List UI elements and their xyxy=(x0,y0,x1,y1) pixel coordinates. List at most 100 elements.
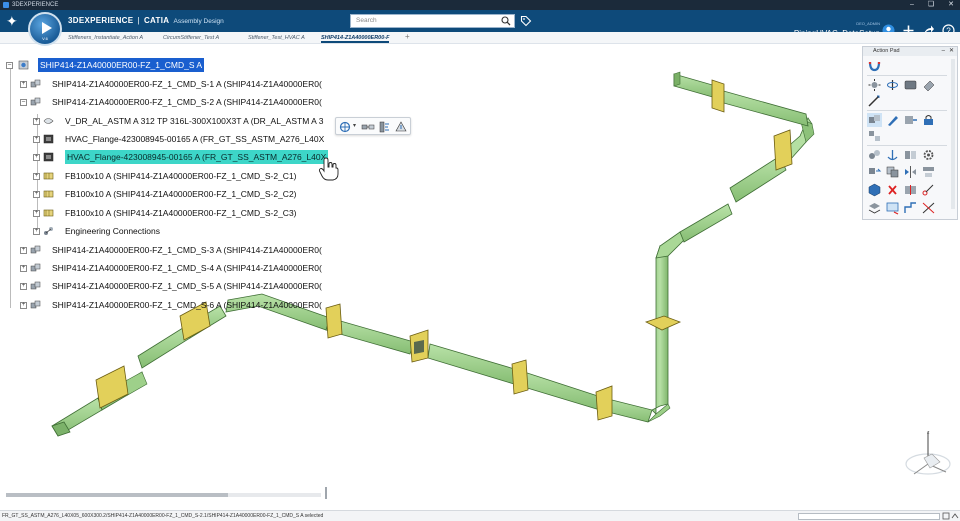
delete-icon[interactable] xyxy=(885,183,900,197)
minimize-icon[interactable]: – xyxy=(942,47,945,56)
duct-segment-middle[interactable] xyxy=(225,293,653,423)
search-input[interactable]: Search xyxy=(350,14,515,28)
cube-icon[interactable] xyxy=(867,183,882,197)
expand-icon[interactable]: + xyxy=(20,302,27,309)
stiffener-icon xyxy=(43,172,54,180)
flange-part-icon xyxy=(43,134,54,144)
flip-icon[interactable] xyxy=(903,165,918,179)
action-pad: Action Pad – ✕ xyxy=(862,46,958,220)
expand-icon[interactable]: + xyxy=(20,81,27,88)
measure-icon[interactable] xyxy=(867,94,882,108)
expand-icon[interactable]: + xyxy=(33,210,40,217)
snap-icon[interactable] xyxy=(361,122,375,132)
fastener-icon[interactable] xyxy=(903,113,918,127)
dropdown-arrow-icon[interactable]: ▾ xyxy=(353,122,356,129)
group-icon[interactable] xyxy=(867,129,882,143)
tag-icon[interactable] xyxy=(520,15,532,27)
compass-icon[interactable]: V.6 xyxy=(28,12,62,46)
replace-icon[interactable] xyxy=(867,165,882,179)
tab-ship414[interactable]: SHIP414-Z1A40000ER00-F xyxy=(321,33,390,43)
ds-logo-icon[interactable]: ✦ xyxy=(6,13,18,29)
flange-middle-2[interactable] xyxy=(409,329,429,363)
separator xyxy=(867,75,947,76)
tab-stiffeners-instantiate[interactable]: Stiffeners_Instantiate_Action A xyxy=(68,33,143,43)
connection-icon[interactable] xyxy=(867,148,882,162)
manipulate-icon[interactable] xyxy=(339,121,351,133)
duct-segment-upper[interactable] xyxy=(673,71,815,243)
flange-lower-left-1[interactable] xyxy=(95,365,129,409)
command-input[interactable] xyxy=(798,513,940,520)
app-window: 3DEXPERIENCE – ❏ ✕ ✦ 3DEXPERIENCE | CATI… xyxy=(0,0,960,521)
tree-item-label-selected: HVAC_Flange-423008945-00165 A (FR_GT_SS_… xyxy=(65,150,329,164)
splitter-handle[interactable] xyxy=(325,487,327,499)
tab-stiffener-test-hvac[interactable]: Stiffener_Test_HVAC A xyxy=(248,33,305,43)
gear-icon[interactable] xyxy=(921,148,936,162)
tree-item-label: SHIP414-Z1A40000ER00-FZ_1_CMD_S-3 A (SHI… xyxy=(52,245,322,255)
status-bar: FR_GT_SS_ASTM_A276_L40X05_600X300.2/SHIP… xyxy=(0,510,960,521)
tab-strip: Stiffeners_Instantiate_Action A CircumSt… xyxy=(0,32,960,44)
lock-icon[interactable] xyxy=(921,113,936,127)
flange-riser[interactable] xyxy=(644,315,682,331)
tree-item-label: HVAC_Flange-423008945-00165 A (FR_GT_SS_… xyxy=(65,134,325,144)
constraint-icon[interactable] xyxy=(378,121,390,133)
close-icon[interactable]: ✕ xyxy=(948,0,954,10)
cut-icon[interactable] xyxy=(921,183,936,197)
flange-upper-1[interactable] xyxy=(711,79,725,113)
magnet-icon[interactable] xyxy=(867,59,882,73)
tree-item-label: FB100x10 A (SHIP414-Z1A40000ER00-FZ_1_CM… xyxy=(65,208,297,218)
part-icon[interactable] xyxy=(903,78,918,92)
expand-icon[interactable]: + xyxy=(33,191,40,198)
flange-middle-4[interactable] xyxy=(595,385,613,421)
expand-icon[interactable]: + xyxy=(33,118,40,125)
collapse-icon[interactable]: – xyxy=(20,99,27,106)
route-icon[interactable] xyxy=(903,201,918,215)
mate-icon[interactable] xyxy=(903,148,918,162)
collapse-icon[interactable]: – xyxy=(6,62,13,69)
screen-icon[interactable] xyxy=(885,201,900,215)
duct-part-icon xyxy=(43,118,54,124)
stack-icon[interactable] xyxy=(867,201,882,215)
window-controls: – ❏ ✕ xyxy=(910,0,954,10)
trim-icon[interactable] xyxy=(921,201,936,215)
search-icon[interactable] xyxy=(501,16,511,26)
add-tab-icon[interactable]: + xyxy=(405,32,410,41)
expand-status-icon[interactable] xyxy=(942,512,950,520)
align-icon[interactable] xyxy=(921,165,936,179)
split-icon[interactable] xyxy=(903,183,918,197)
tree-root-label: SHIP414-Z1A40000ER00-FZ_1_CMD_S A xyxy=(38,58,205,72)
expand-icon[interactable]: + xyxy=(33,173,40,180)
user-role: DEO_ADMIN xyxy=(856,21,880,26)
restore-icon[interactable]: ❏ xyxy=(928,0,934,10)
assembly-tool-icon[interactable] xyxy=(867,113,882,127)
pencil-icon[interactable] xyxy=(885,113,900,127)
tree-item-label: SHIP414-Z1A40000ER00-FZ_1_CMD_S-5 A (SHI… xyxy=(52,281,322,291)
explode-icon[interactable] xyxy=(867,78,882,92)
eraser-icon[interactable] xyxy=(921,78,936,92)
assembly-icon xyxy=(30,79,41,88)
copy-icon[interactable] xyxy=(885,165,900,179)
assembly-icon xyxy=(30,97,41,106)
axis-triad-icon[interactable]: z xyxy=(905,430,951,475)
anchor-icon[interactable] xyxy=(885,148,900,162)
action-pad-scrollbar[interactable] xyxy=(951,59,955,209)
minimize-icon[interactable]: – xyxy=(910,0,914,10)
os-title: 3DEXPERIENCE xyxy=(12,2,59,8)
rotate-icon[interactable] xyxy=(885,78,900,92)
scrollbar-thumb[interactable] xyxy=(6,493,228,497)
expand-icon[interactable]: + xyxy=(20,265,27,272)
action-pad-header[interactable]: Action Pad – ✕ xyxy=(863,47,957,56)
close-icon[interactable]: ✕ xyxy=(949,47,954,56)
flange-middle-1[interactable] xyxy=(325,303,343,339)
expand-icon[interactable]: + xyxy=(33,154,40,161)
expand-icon[interactable]: + xyxy=(33,136,40,143)
expand-icon[interactable]: + xyxy=(33,228,40,235)
fix-icon[interactable] xyxy=(395,121,407,133)
tab-circumstiffener-test[interactable]: CircumStiffener_Test A xyxy=(163,33,219,43)
expand-icon[interactable]: + xyxy=(20,247,27,254)
expand-icon[interactable]: + xyxy=(20,283,27,290)
separator xyxy=(867,110,947,111)
flange-middle-3[interactable] xyxy=(511,359,529,395)
flange-upper-2[interactable] xyxy=(773,129,793,171)
status-options-icon[interactable] xyxy=(951,512,959,520)
tree-horizontal-scrollbar[interactable] xyxy=(6,493,321,497)
